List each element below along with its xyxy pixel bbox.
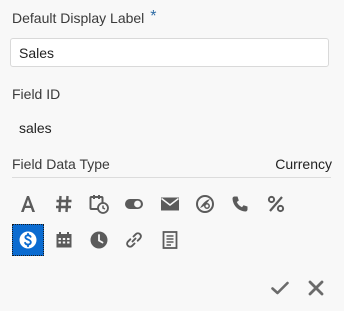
email-icon[interactable]: [154, 188, 186, 220]
percentage-icon[interactable]: [260, 188, 292, 220]
phone-icon[interactable]: [224, 188, 256, 220]
uri-icon[interactable]: [189, 188, 221, 220]
url-link-icon[interactable]: [118, 224, 150, 256]
field-id-value: sales: [19, 120, 52, 136]
display-label-text: Default Display Label: [12, 10, 145, 26]
cancel-button[interactable]: [302, 274, 330, 302]
datetime-icon[interactable]: [83, 188, 115, 220]
data-type-label: Field Data Type: [12, 156, 110, 172]
date-icon[interactable]: [48, 224, 80, 256]
long-text-icon[interactable]: [154, 224, 186, 256]
data-type-value: Currency: [275, 156, 332, 172]
field-properties-panel: Default Display Label * Field ID sales F…: [0, 0, 344, 311]
number-icon[interactable]: [48, 188, 80, 220]
required-marker: *: [150, 8, 157, 25]
display-label-input[interactable]: [10, 38, 329, 67]
field-id-label: Field ID: [12, 86, 61, 102]
boolean-toggle-icon[interactable]: [118, 188, 150, 220]
confirm-button[interactable]: [266, 274, 294, 302]
text-icon[interactable]: [12, 188, 44, 220]
currency-icon[interactable]: [12, 224, 44, 256]
display-label-heading: Default Display Label *: [12, 8, 157, 26]
time-icon[interactable]: [83, 224, 115, 256]
divider: [12, 177, 331, 178]
check-icon: [271, 281, 289, 295]
close-icon: [308, 280, 324, 296]
